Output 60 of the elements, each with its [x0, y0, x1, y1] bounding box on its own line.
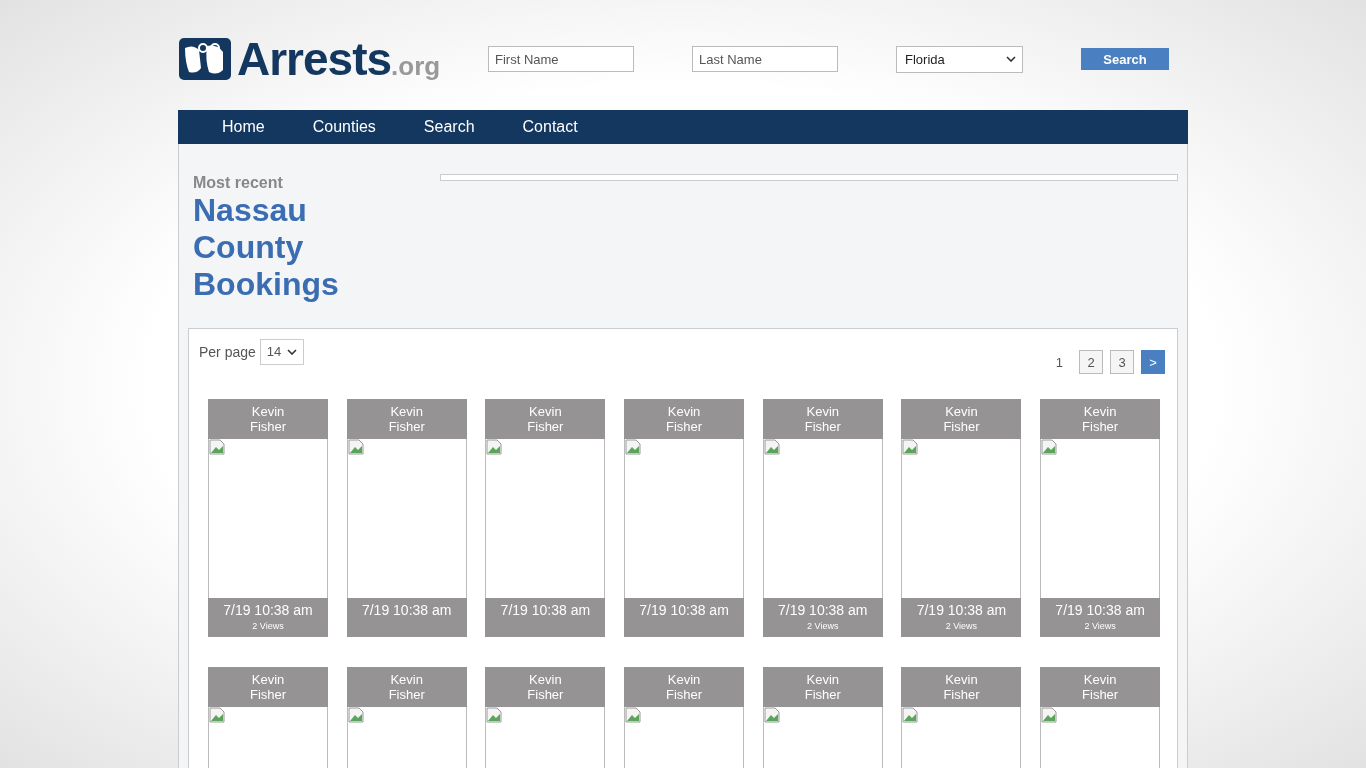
chevron-icon — [287, 349, 298, 355]
person-name[interactable]: Kevin Fisher — [485, 399, 606, 439]
person-name[interactable]: Kevin Fisher — [901, 399, 1022, 439]
search-button[interactable]: Search — [1081, 48, 1169, 70]
person-name[interactable]: Kevin Fisher — [1040, 399, 1161, 439]
current-page: 1 — [1054, 354, 1064, 370]
last-name-field[interactable]: Last Name — [692, 46, 838, 72]
logo-name[interactable]: Arrests — [237, 32, 392, 86]
broken-image-icon — [209, 707, 225, 723]
broken-image-icon — [209, 439, 225, 455]
view-count: 2 Views — [944, 620, 979, 631]
person-name[interactable]: Kevin Fisher — [762, 399, 883, 439]
person-name[interactable]: Kevin Fisher — [208, 399, 328, 439]
page-link[interactable]: 3 — [1110, 350, 1134, 374]
booking-time: 7/19 10:38 am — [1054, 601, 1146, 618]
broken-image-icon — [902, 439, 919, 455]
broken-image-icon — [347, 439, 364, 455]
view-count: 2 Views — [251, 620, 285, 631]
broken-image-icon — [625, 439, 642, 455]
person-name[interactable]: Kevin Fisher — [208, 667, 328, 707]
broken-image-icon — [486, 439, 503, 455]
page-link[interactable]: 2 — [1079, 350, 1103, 374]
view-count: 2 Views — [806, 620, 840, 631]
person-name[interactable]: Kevin Fisher — [485, 667, 606, 707]
booking-time: 7/19 10:38 am — [915, 601, 1008, 618]
broken-image-icon — [902, 707, 919, 723]
next-page-button[interactable]: > — [1141, 350, 1165, 374]
person-name[interactable]: Kevin Fisher — [1040, 667, 1161, 707]
broken-image-icon — [486, 707, 503, 723]
person-name[interactable]: Kevin Fisher — [624, 399, 745, 439]
page-title: Nassau County Bookings — [193, 192, 340, 303]
broken-image-icon — [1041, 707, 1058, 723]
broken-image-icon — [347, 707, 364, 723]
first-name-field[interactable]: First Name — [488, 46, 634, 72]
logo-icon[interactable] — [178, 38, 232, 80]
booking-time: 7/19 10:38 am — [499, 601, 592, 618]
broken-image-icon — [1041, 439, 1058, 455]
broken-image-icon — [763, 439, 780, 455]
nav-link[interactable]: Home — [222, 118, 265, 136]
booking-time: 7/19 10:38 am — [638, 601, 730, 618]
chevron-icon — [1006, 56, 1016, 62]
per-page-dropdown[interactable]: 14 — [259, 339, 305, 365]
booking-time: 7/19 10:38 am — [777, 601, 869, 618]
broken-image-icon — [763, 707, 780, 723]
person-name[interactable]: Kevin Fisher — [901, 667, 1022, 707]
person-name[interactable]: Kevin Fisher — [346, 399, 467, 439]
person-name[interactable]: Kevin Fisher — [346, 667, 467, 707]
nav-link[interactable]: Contact — [522, 118, 578, 136]
booking-time: 7/19 10:38 am — [360, 601, 453, 618]
logo-suffix[interactable]: .org — [391, 51, 441, 82]
broken-image-icon — [625, 707, 642, 723]
nav-link[interactable]: Search — [423, 118, 475, 136]
nav-link[interactable]: Counties — [312, 118, 376, 136]
booking-time: 7/19 10:38 am — [222, 601, 314, 618]
section-kicker: Most recent — [193, 174, 284, 192]
person-name[interactable]: Kevin Fisher — [624, 667, 745, 707]
state-dropdown[interactable]: Florida — [896, 45, 1023, 73]
view-count: 2 Views — [1083, 620, 1117, 631]
per-page-label: Per page — [199, 343, 256, 362]
person-name[interactable]: Kevin Fisher — [762, 667, 883, 707]
